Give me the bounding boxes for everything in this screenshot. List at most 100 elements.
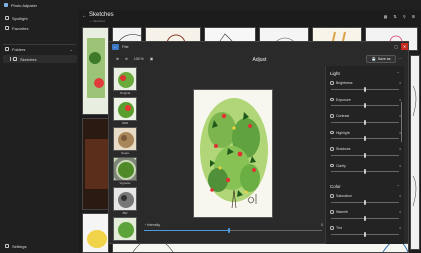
slider-label: Saturation — [336, 194, 352, 198]
intensity-value: 0 — [321, 223, 323, 227]
filter-label: Original — [119, 91, 131, 95]
breadcrumb: Filte — [122, 45, 129, 49]
slider-value: 0 — [399, 97, 401, 102]
slider-shadows: Shadows 0 — [330, 147, 402, 159]
exposure-icon — [330, 97, 334, 101]
adjust-dialog: ← Filte ▢ ✕ ⊕ ⊖ 100 % ▣ Adjust 💾 Save as… — [108, 41, 409, 244]
clarity-icon — [330, 163, 334, 167]
save-as-button[interactable]: 💾 Save as — [366, 55, 396, 63]
nav-item-sketches[interactable]: Sketches — [3, 55, 77, 63]
nav-item-favorites[interactable]: Favorites — [3, 24, 77, 32]
slider-value: 0 — [399, 147, 401, 151]
more-options-icon[interactable]: ··· — [398, 56, 402, 61]
chevron-up-icon[interactable]: ⌃ — [397, 184, 400, 189]
back-arrow-icon[interactable]: ← — [82, 13, 87, 19]
slider-thumb[interactable] — [364, 169, 366, 174]
slider-thumb[interactable] — [364, 136, 366, 141]
slider-thumb[interactable] — [364, 103, 366, 108]
panel-scrollbar[interactable] — [401, 102, 402, 142]
slider-track[interactable] — [331, 199, 399, 205]
filter-extra[interactable] — [113, 217, 137, 241]
slider-exposure: Exposure 0 — [330, 97, 402, 110]
dialog-topbar: ← Filte ▢ ✕ — [109, 42, 410, 52]
filter-sepia[interactable] — [113, 127, 137, 151]
close-button[interactable]: ✕ — [401, 43, 408, 50]
slider-highlight: Highlight0 — [330, 130, 402, 143]
slider-thumb[interactable] — [364, 231, 366, 237]
app-title: Photo Adjuster — [11, 2, 38, 8]
intensity-fill — [144, 230, 230, 231]
grid-icon[interactable]: ⊞ — [412, 14, 415, 19]
slider-track[interactable] — [331, 136, 399, 141]
nav-item-label: Spotlight — [12, 15, 28, 21]
nav-item-label: Favorites — [12, 25, 29, 31]
slider-label: Contrast — [336, 114, 350, 118]
save-as-label: Save as — [377, 57, 391, 61]
slider-track[interactable] — [331, 169, 399, 174]
gallery-header: ← Sketches — Sketches ▦ ⇅ ⚲ ⊞ — [79, 10, 421, 26]
slider-label: Highlight — [336, 130, 350, 135]
navigation-pane: Spotlight Favorites Folders ⌄ Sketches S… — [0, 10, 79, 253]
slider-track[interactable] — [331, 231, 399, 237]
slider-thumb[interactable] — [364, 215, 366, 221]
intensity-slider-thumb[interactable] — [228, 228, 231, 233]
slider-track[interactable] — [331, 215, 399, 221]
restore-icon[interactable]: ▢ — [394, 44, 398, 49]
filter-label: Vignette — [119, 181, 131, 185]
nav-item-folders[interactable]: Folders ⌄ — [3, 45, 77, 53]
filter-label: BW — [122, 211, 128, 215]
slider-label: Exposure — [336, 97, 351, 102]
light-section-title: Light — [330, 71, 340, 76]
gear-icon — [5, 244, 9, 248]
highlight-icon — [330, 130, 334, 134]
filter-vignette[interactable] — [113, 157, 137, 181]
dialog-title: Adjust — [252, 57, 267, 63]
gallery-thumbnail[interactable] — [82, 213, 109, 253]
slider-thumb[interactable] — [364, 119, 366, 125]
slider-label: Shadows — [336, 147, 351, 151]
spotlight-icon — [5, 16, 9, 20]
slider-track[interactable] — [331, 152, 399, 158]
slider-value: 0 — [399, 226, 401, 230]
intensity-control: ◔ Intensity 0 — [141, 223, 326, 233]
sort-icon[interactable]: ⇅ — [393, 14, 396, 19]
settings-label: Settings — [12, 243, 27, 249]
slider-label: Warmth — [336, 210, 349, 214]
title-bar: Photo Adjuster — [0, 0, 421, 10]
slider-thumb[interactable] — [364, 86, 366, 92]
gallery-thumbnail[interactable] — [82, 118, 109, 210]
brightness-icon — [330, 81, 334, 85]
intensity-label: ◔ Intensity — [144, 223, 160, 227]
slider-value: 0 — [399, 194, 401, 198]
back-button[interactable]: ← — [112, 44, 119, 50]
gallery-thumbnail[interactable] — [82, 27, 109, 115]
photo-canvas[interactable] — [193, 89, 273, 218]
slider-thumb[interactable] — [364, 199, 366, 205]
slider-track[interactable] — [331, 86, 399, 92]
chevron-up-icon[interactable]: ⌃ — [397, 71, 400, 76]
slider-track[interactable] — [331, 119, 399, 125]
color-section-title: Color — [330, 184, 341, 189]
slider-track[interactable] — [331, 103, 399, 108]
slider-brightness: Brightness 0 — [330, 81, 402, 93]
slider-label: Clarity — [336, 163, 346, 168]
slider-thumb[interactable] — [364, 152, 366, 158]
filter-bw[interactable] — [113, 187, 137, 211]
intensity-label-text: Intensity — [147, 223, 161, 227]
heart-icon — [5, 26, 9, 30]
filter-original[interactable] — [113, 67, 137, 91]
view-icon[interactable]: ▦ — [384, 14, 388, 19]
nav-item-settings[interactable]: Settings — [3, 242, 77, 250]
chevron-down-icon[interactable]: ⌄ — [70, 47, 73, 52]
nav-item-spotlight[interactable]: Spotlight — [3, 14, 77, 22]
gallery-thumbnail[interactable] — [410, 55, 420, 250]
nav-item-label: Sketches — [20, 56, 37, 62]
page-title: Sketches — [89, 12, 114, 18]
selection-indicator — [10, 57, 11, 61]
filter-icon[interactable]: ⚲ — [403, 14, 406, 19]
intensity-slider[interactable] — [144, 228, 322, 233]
filter-hdr[interactable] — [113, 97, 137, 121]
gallery-toolbar: ▦ ⇅ ⚲ ⊞ — [384, 14, 415, 19]
slider-clarity: Clarity 0 — [330, 163, 402, 176]
folder-subtitle: — Sketches — [89, 19, 106, 23]
